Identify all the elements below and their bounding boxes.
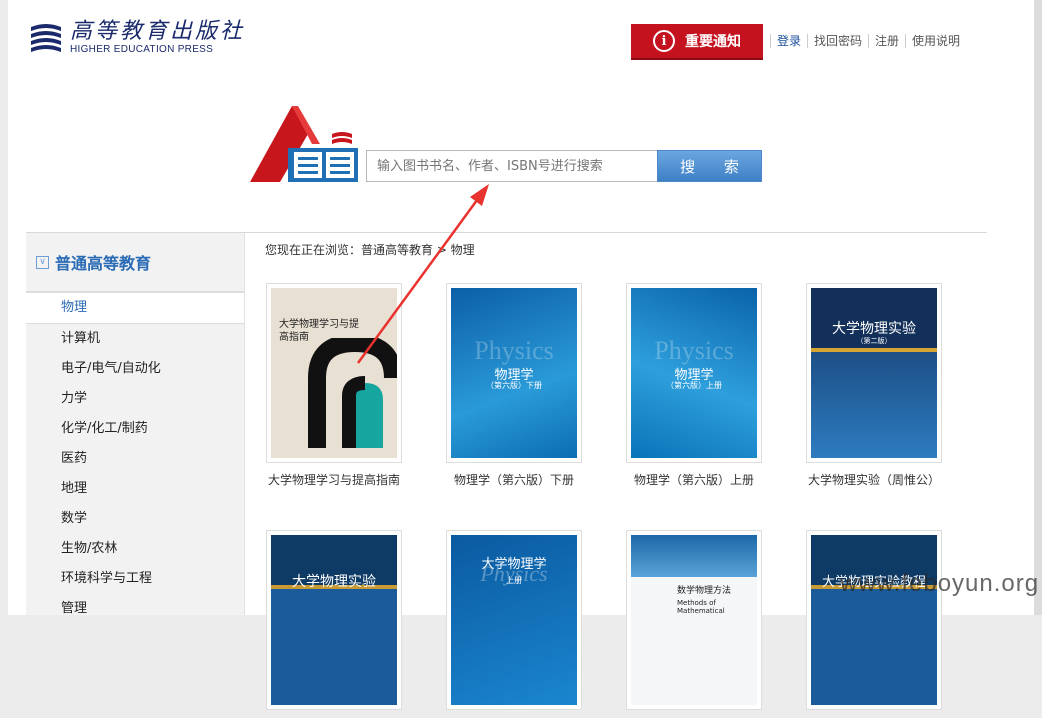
site-watermark: www.feboyun.org (840, 570, 1040, 597)
sidebar-item-geography[interactable]: 地理 (26, 474, 244, 504)
book-title[interactable]: 大学物理实验（周惟公） (806, 471, 942, 488)
hep-logo-icon (31, 24, 61, 52)
recover-password-link[interactable]: 找回密码 (807, 34, 868, 48)
book-card[interactable]: Physics 物理学 （第六版）下册 物理学（第六版）下册 (446, 283, 582, 488)
book-cover[interactable]: 数学物理方法 Methods of Mathematical (631, 535, 757, 705)
breadcrumb: 您现在正在浏览：普通高等教育 > 物理 (265, 243, 475, 257)
book-cover[interactable]: 大学物理学习与提高指南 (271, 288, 397, 458)
sidebar-item-management[interactable]: 管理 (26, 594, 244, 624)
page-scroll-strip (1034, 0, 1042, 615)
sidebar-item-math[interactable]: 数学 (26, 504, 244, 534)
book-card[interactable]: 大学物理实验教程 (806, 530, 942, 718)
sidebar-item-medicine[interactable]: 医药 (26, 444, 244, 474)
top-links: 登录 找回密码 注册 使用说明 (770, 34, 966, 48)
book-card[interactable]: Physics 物理学 （第六版）上册 物理学（第六版）上册 (626, 283, 762, 488)
sidebar-item-biology[interactable]: 生物/农林 (26, 534, 244, 564)
category-sidebar: ∨ 普通高等教育 物理 计算机 电子/电气/自动化 力学 化学/化工/制药 医药… (26, 233, 245, 616)
login-link[interactable]: 登录 (770, 34, 807, 48)
book-search-logo-icon (250, 106, 358, 182)
book-cover[interactable]: 大学物理实验 （第二版） (811, 288, 937, 458)
book-cover[interactable]: 大学物理实验 (271, 535, 397, 705)
book-card[interactable]: 数学物理方法 Methods of Mathematical (626, 530, 762, 718)
book-card[interactable]: 大学物理学习与提高指南 大学物理学习与提高指南 (266, 283, 402, 488)
cover-graphic-icon (308, 338, 397, 448)
collapse-icon[interactable]: ∨ (36, 255, 49, 269)
search-button[interactable]: 搜 索 (657, 150, 762, 182)
book-cover[interactable]: Physics 物理学 （第六版）上册 (631, 288, 757, 458)
book-title[interactable]: 大学物理学习与提高指南 (266, 471, 402, 488)
book-cover[interactable]: 大学物理实验教程 (811, 535, 937, 705)
book-card[interactable]: 大学物理实验 （第二版） 大学物理实验（周惟公） (806, 283, 942, 488)
sidebar-item-computer[interactable]: 计算机 (26, 324, 244, 354)
book-title[interactable]: 物理学（第六版）上册 (626, 471, 762, 488)
sidebar-item-chemistry[interactable]: 化学/化工/制药 (26, 414, 244, 444)
book-card[interactable]: Physics 大学物理学 上册 (446, 530, 582, 718)
sidebar-heading[interactable]: ∨ 普通高等教育 (26, 233, 244, 292)
sidebar-item-physics[interactable]: 物理 (26, 292, 244, 324)
publisher-logo[interactable]: 高等教育出版社 HIGHER EDUCATION PRESS (28, 20, 245, 56)
book-cover[interactable]: Physics 大学物理学 上册 (451, 535, 577, 705)
register-link[interactable]: 注册 (868, 34, 905, 48)
sidebar-item-electronics[interactable]: 电子/电气/自动化 (26, 354, 244, 384)
logo-english-name: HIGHER EDUCATION PRESS (70, 44, 214, 55)
sidebar-item-environment[interactable]: 环境科学与工程 (26, 564, 244, 594)
sidebar-item-mechanics[interactable]: 力学 (26, 384, 244, 414)
notice-label: 重要通知 (685, 34, 741, 50)
book-cover[interactable]: Physics 物理学 （第六版）下册 (451, 288, 577, 458)
info-icon: i (653, 30, 675, 52)
logo-chinese-name: 高等教育出版社 (70, 19, 246, 44)
help-link[interactable]: 使用说明 (905, 34, 966, 48)
search-input[interactable] (366, 150, 658, 182)
book-title[interactable]: 物理学（第六版）下册 (446, 471, 582, 488)
important-notice-button[interactable]: i 重要通知 (631, 24, 763, 60)
page: 高等教育出版社 HIGHER EDUCATION PRESS i 重要通知 登录… (8, 0, 1034, 710)
book-card[interactable]: 大学物理实验 (266, 530, 402, 718)
